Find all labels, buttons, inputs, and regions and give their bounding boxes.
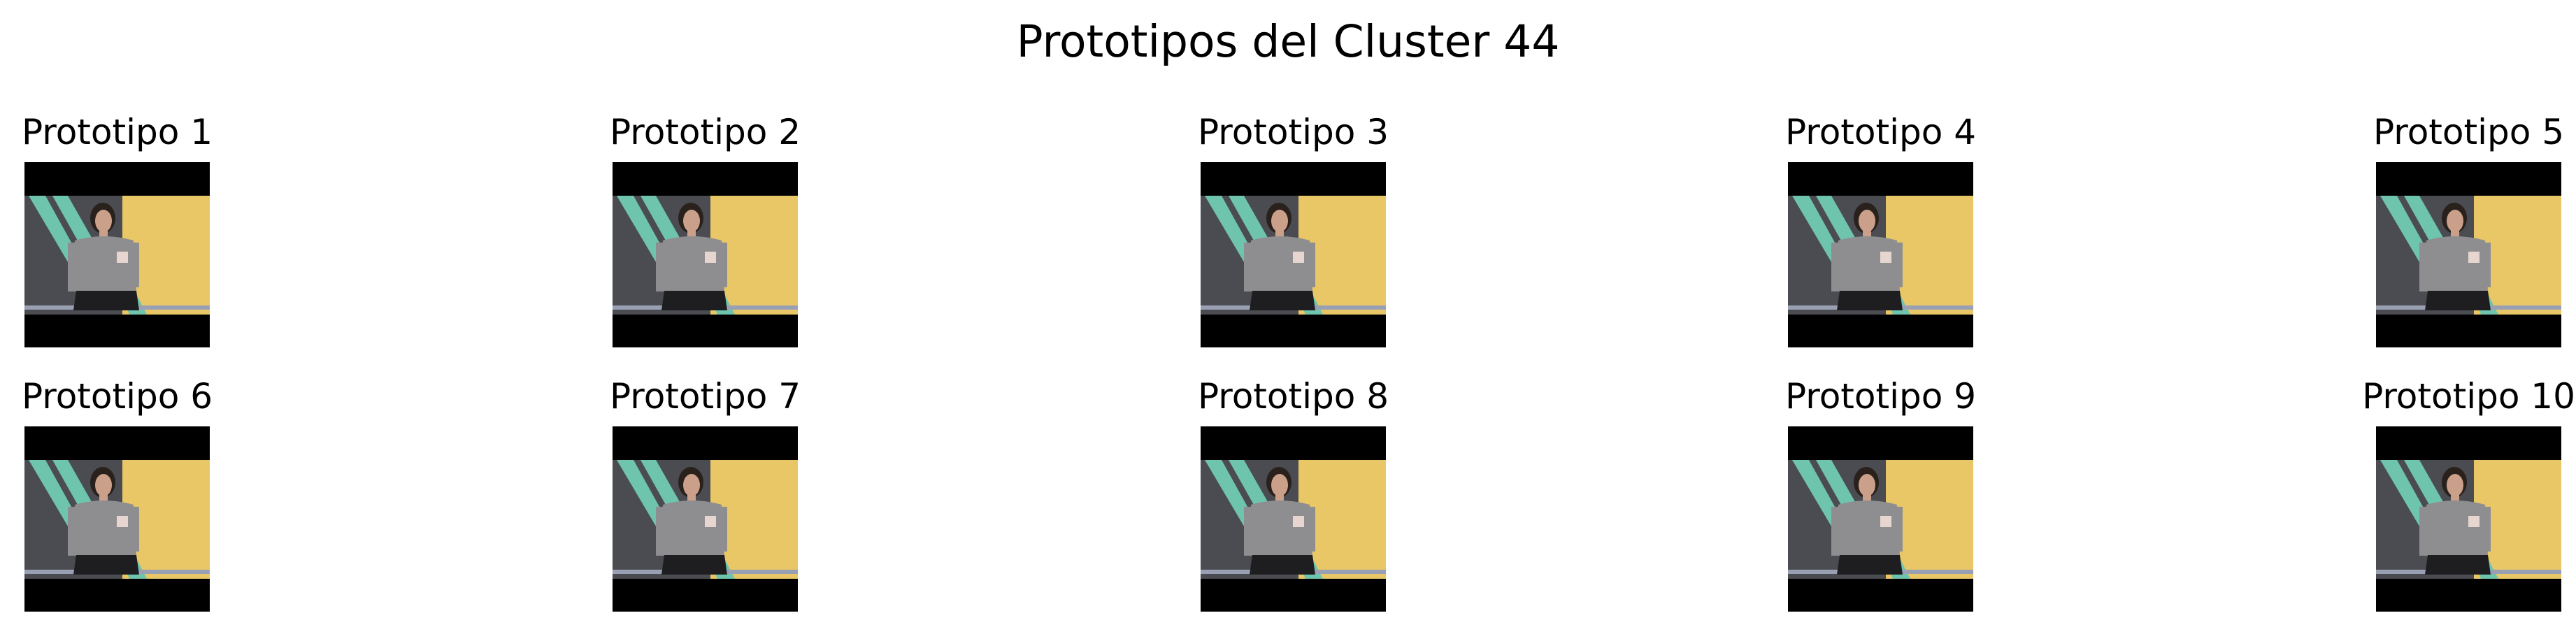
prototype-label: Prototipo 1 xyxy=(21,112,213,152)
prototype-image xyxy=(1788,426,1973,612)
prototype-image xyxy=(24,162,210,347)
prototype-label: Prototipo 6 xyxy=(21,376,213,417)
prototype-image xyxy=(24,426,210,612)
figure-title: Prototipos del Cluster 44 xyxy=(1016,16,1560,67)
prototype-image xyxy=(1201,426,1386,612)
prototype-label: Prototipo 2 xyxy=(609,112,801,152)
prototype-image xyxy=(2376,162,2561,347)
prototype-image xyxy=(2376,426,2561,612)
prototype-image xyxy=(1788,162,1973,347)
prototype-label: Prototipo 7 xyxy=(609,376,801,417)
prototype-label: Prototipo 10 xyxy=(2362,376,2575,417)
prototype-label: Prototipo 5 xyxy=(2373,112,2565,152)
prototype-label: Prototipo 4 xyxy=(1784,112,1977,152)
prototype-image xyxy=(613,426,798,612)
prototype-image xyxy=(613,162,798,347)
prototype-label: Prototipo 8 xyxy=(1197,376,1389,417)
prototype-label: Prototipo 9 xyxy=(1784,376,1977,417)
prototype-image xyxy=(1201,162,1386,347)
prototype-label: Prototipo 3 xyxy=(1197,112,1389,152)
